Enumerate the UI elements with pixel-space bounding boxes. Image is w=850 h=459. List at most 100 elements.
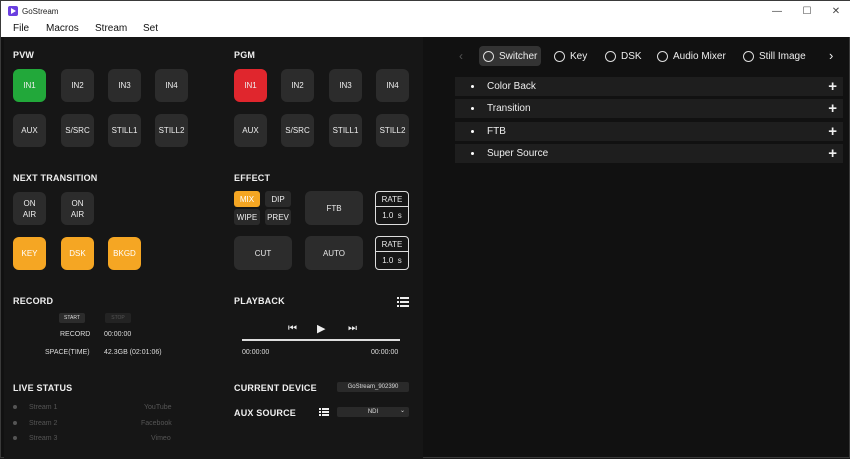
pgm-in1-button[interactable]: IN1 [234, 69, 267, 102]
tab-label: Key [570, 50, 588, 62]
maximize-icon[interactable]: ☐ [792, 4, 822, 19]
pvw-ssrc-button[interactable]: S/SRC [61, 114, 94, 147]
wipe-button[interactable]: WIPE [234, 209, 260, 225]
menu-macros[interactable]: Macros [46, 23, 79, 34]
mix-button[interactable]: MIX [234, 191, 260, 207]
pgm-ssrc-button[interactable]: S/SRC [281, 114, 314, 147]
expand-plus-icon[interactable]: + [828, 77, 837, 96]
prev-button[interactable]: PREV [265, 209, 291, 225]
tab-label: DSK [621, 50, 642, 62]
bkgd-button[interactable]: BKGD [108, 237, 141, 270]
expand-plus-icon[interactable]: + [828, 144, 837, 163]
rate-box-2[interactable]: RATE 1.0 s [375, 236, 409, 270]
cut-button[interactable]: CUT [234, 236, 292, 270]
next-transition-title: NEXT TRANSITION [13, 173, 98, 183]
section-transition[interactable]: Transition + [455, 99, 843, 118]
aux-source-select[interactable]: NDI ⌄ [337, 407, 409, 417]
bullet-icon [471, 130, 474, 133]
record-start-button[interactable]: START [59, 313, 85, 323]
still-image-icon [743, 50, 754, 62]
on-air-button-2[interactable]: ON AIR [61, 192, 94, 225]
section-label: Transition [487, 103, 531, 114]
auto-button[interactable]: AUTO [305, 236, 363, 270]
section-super-source[interactable]: Super Source + [455, 144, 843, 163]
stream-platform: Vimeo [151, 435, 171, 442]
next-icon[interactable]: ⏭ [348, 323, 357, 334]
tab-audio-mixer[interactable]: Audio Mixer [657, 46, 726, 66]
stream-status-dot [13, 421, 17, 425]
aux-source-label: AUX SOURCE [234, 408, 297, 418]
bullet-icon [471, 152, 474, 155]
tab-key[interactable]: Key [554, 46, 587, 66]
rate-box-1[interactable]: RATE 1.0 s [375, 191, 409, 225]
space-value: 42.3GB (02:01:06) [104, 349, 162, 356]
dsk-icon [605, 50, 616, 62]
previous-icon[interactable]: ⏮ [288, 323, 297, 334]
current-device-field[interactable]: GoStream_902390 [337, 382, 409, 392]
stream-name: Stream 3 [29, 435, 58, 442]
stream-platform: YouTube [144, 404, 172, 411]
dip-button[interactable]: DIP [265, 191, 291, 207]
stream-platform: Facebook [141, 420, 172, 427]
pvw-still1-button[interactable]: STILL1 [108, 114, 141, 147]
tab-label: Still Image [759, 50, 806, 62]
pgm-still1-button[interactable]: STILL1 [329, 114, 362, 147]
chevron-down-icon: ⌄ [399, 408, 405, 414]
pvw-aux-button[interactable]: AUX [13, 114, 46, 147]
audio-mixer-icon [657, 50, 668, 62]
section-ftb[interactable]: FTB + [455, 122, 843, 141]
section-label: FTB [487, 126, 506, 137]
stream-status-dot [13, 405, 17, 409]
pgm-title: PGM [234, 50, 256, 60]
playback-progress-bar[interactable] [242, 339, 400, 341]
record-title: RECORD [13, 296, 54, 306]
switcher-icon [483, 50, 494, 62]
pvw-in2-button[interactable]: IN2 [61, 69, 94, 102]
key-button[interactable]: KEY [13, 237, 46, 270]
bullet-icon [471, 85, 474, 88]
section-label: Super Source [487, 148, 549, 159]
dsk-button[interactable]: DSK [61, 237, 94, 270]
close-icon[interactable]: ✕ [821, 4, 850, 19]
pgm-still2-button[interactable]: STILL2 [376, 114, 409, 147]
on-air-button-1[interactable]: ON AIR [13, 192, 46, 225]
tab-dsk[interactable]: DSK [605, 46, 642, 66]
pgm-aux-button[interactable]: AUX [234, 114, 267, 147]
menu-set[interactable]: Set [143, 23, 158, 34]
aux-list-icon[interactable] [319, 408, 329, 417]
effect-title: EFFECT [234, 173, 271, 183]
tab-switcher[interactable]: Switcher [479, 46, 541, 66]
play-icon[interactable]: ▶ [317, 322, 325, 335]
menu-stream[interactable]: Stream [95, 23, 127, 34]
bullet-icon [471, 107, 474, 110]
tab-scroll-right-icon[interactable]: › [829, 48, 833, 63]
playback-time-end: 00:00:00 [371, 349, 399, 356]
ftb-button[interactable]: FTB [305, 191, 363, 225]
playlist-icon[interactable] [397, 297, 409, 307]
tab-still-image[interactable]: Still Image [743, 46, 806, 66]
aux-source-value: NDI [367, 409, 379, 415]
app-window: GoStream — ☐ ✕ File Macros Stream Set PV… [0, 0, 850, 459]
pvw-still2-button[interactable]: STILL2 [155, 114, 188, 147]
tab-scroll-left-icon[interactable]: ‹ [459, 49, 463, 63]
menu-file[interactable]: File [13, 23, 29, 34]
minimize-icon[interactable]: — [762, 4, 792, 19]
rate-value: 1.0 s [382, 211, 402, 220]
pvw-in3-button[interactable]: IN3 [108, 69, 141, 102]
pvw-in1-button[interactable]: IN1 [13, 69, 46, 102]
section-color-back[interactable]: Color Back + [455, 77, 843, 96]
expand-plus-icon[interactable]: + [828, 122, 837, 141]
section-label: Color Back [487, 81, 536, 92]
stream-name: Stream 2 [29, 420, 58, 427]
expand-plus-icon[interactable]: + [828, 99, 837, 118]
pgm-in3-button[interactable]: IN3 [329, 69, 362, 102]
pvw-in4-button[interactable]: IN4 [155, 69, 188, 102]
record-label: RECORD [60, 331, 91, 338]
tab-label: Switcher [499, 50, 538, 62]
pgm-in4-button[interactable]: IN4 [376, 69, 409, 102]
record-time: 00:00:00 [104, 331, 132, 338]
pgm-in2-button[interactable]: IN2 [281, 69, 314, 102]
playback-title: PLAYBACK [234, 296, 285, 306]
app-title: GoStream [22, 7, 59, 16]
record-stop-button[interactable]: STOP [105, 313, 131, 323]
